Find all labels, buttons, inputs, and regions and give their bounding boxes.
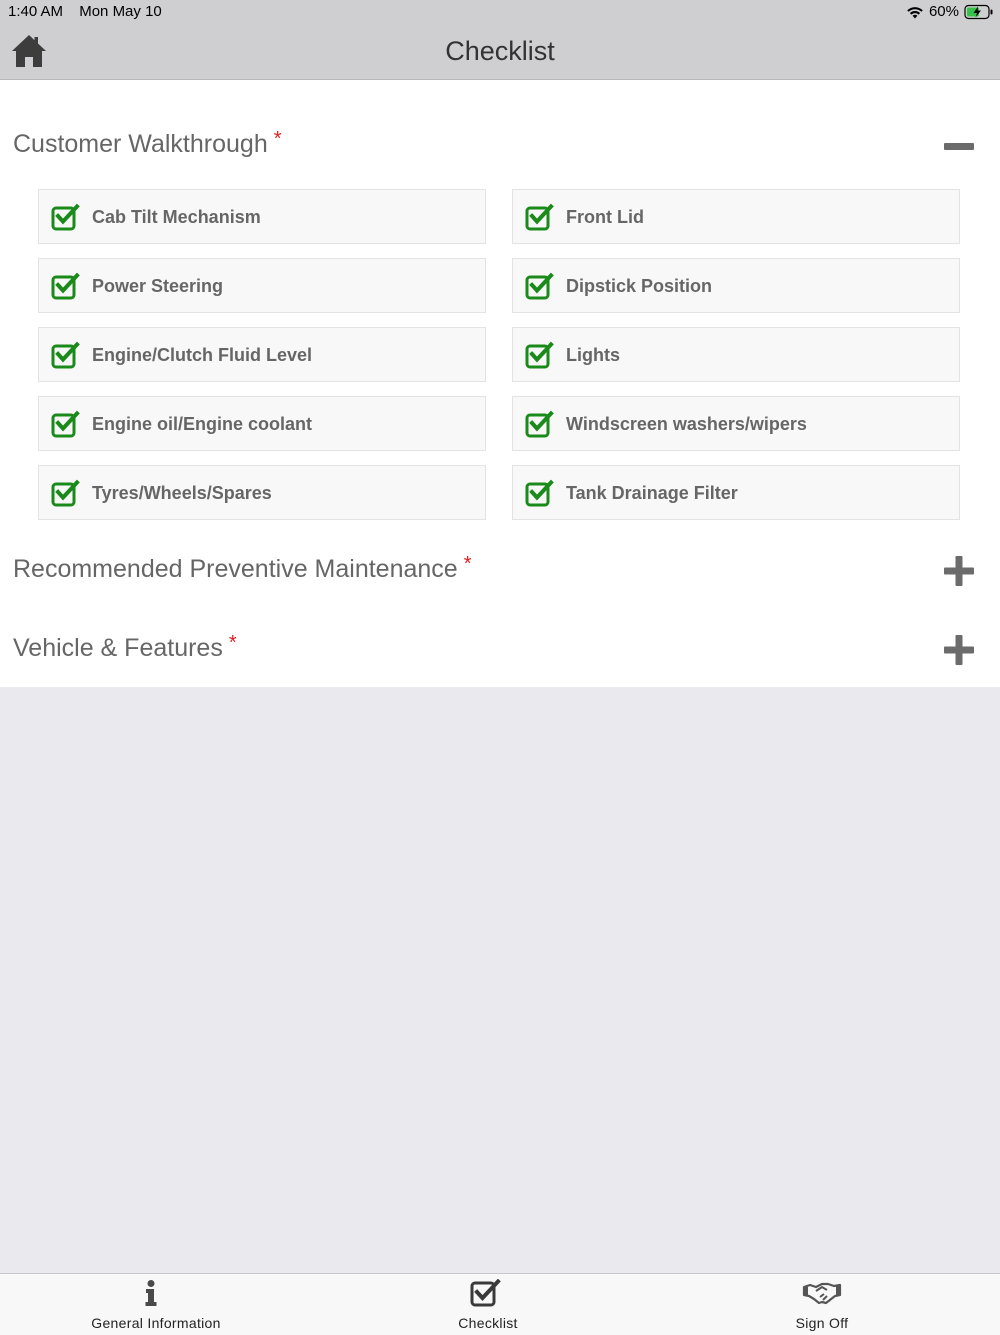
- checked-checkbox-icon: [525, 341, 554, 369]
- checked-checkbox-icon: [51, 272, 80, 300]
- item-label: Power Steering: [92, 276, 224, 296]
- section-recommended-preventive-maintenance[interactable]: Recommended Preventive Maintenance *: [0, 545, 1000, 595]
- checklist-item[interactable]: Front Lid: [512, 189, 960, 244]
- item-label: Tyres/Wheels/Spares: [92, 483, 272, 503]
- checked-checkbox-icon: [51, 479, 80, 507]
- checklist-item[interactable]: Power Steering: [38, 258, 486, 313]
- status-bar: 1:40 AM Mon May 10 60%: [0, 0, 1000, 24]
- status-time: 1:40 AM: [8, 3, 64, 20]
- info-icon: [145, 1280, 157, 1306]
- navigation-bar: Checklist: [0, 24, 1000, 80]
- checklist-item[interactable]: Tyres/Wheels/Spares: [38, 465, 486, 520]
- status-date: Mon May 10: [79, 3, 162, 20]
- item-label: Dipstick Position: [566, 276, 713, 296]
- section-vehicle-features[interactable]: Vehicle & Features *: [0, 624, 1000, 674]
- checklist-content: Customer Walkthrough * Cab Tilt Mechanism…: [0, 80, 1000, 687]
- required-marker: *: [463, 553, 472, 575]
- checked-checkbox-icon: [525, 479, 554, 507]
- checklist-item[interactable]: Windscreen washers/wipers: [512, 396, 960, 451]
- section-customer-walkthrough[interactable]: Customer Walkthrough *: [0, 120, 1000, 170]
- checked-checkbox-icon: [51, 410, 80, 438]
- checked-checkbox-icon: [525, 203, 554, 231]
- section-title: Vehicle & Features *: [13, 632, 237, 662]
- expand-plus-icon[interactable]: [943, 555, 975, 587]
- required-marker: *: [273, 128, 282, 150]
- tab-label: General Information: [91, 1315, 221, 1331]
- checked-checkbox-icon: [51, 341, 80, 369]
- item-label: Lights: [566, 345, 620, 365]
- checked-checkbox-icon: [525, 410, 554, 438]
- status-time-date: 1:40 AM Mon May 10: [8, 3, 174, 20]
- section-title: Recommended Preventive Maintenance *: [13, 553, 472, 583]
- item-label: Cab Tilt Mechanism: [92, 207, 261, 227]
- expand-plus-icon[interactable]: [943, 634, 975, 666]
- tab-label: Checklist: [458, 1315, 518, 1331]
- item-label: Front Lid: [566, 207, 644, 227]
- wifi-icon: [907, 6, 923, 18]
- checklist-item[interactable]: Engine oil/Engine coolant: [38, 396, 486, 451]
- checklist-icon: [470, 1279, 501, 1307]
- checklist-item[interactable]: Dipstick Position: [512, 258, 960, 313]
- battery-charging-icon: [964, 4, 993, 19]
- checklist-item[interactable]: Tank Drainage Filter: [512, 465, 960, 520]
- checklist-item[interactable]: Cab Tilt Mechanism: [38, 189, 486, 244]
- required-marker: *: [228, 632, 237, 654]
- page-title: Checklist: [445, 36, 555, 66]
- tab-general-information[interactable]: General Information: [0, 1274, 312, 1335]
- tab-bar: General Information Checklist Sign Off: [0, 1273, 1000, 1335]
- item-label: Tank Drainage Filter: [566, 483, 738, 503]
- tab-label: Sign Off: [795, 1315, 849, 1331]
- checked-checkbox-icon: [525, 272, 554, 300]
- status-indicators: 60%: [906, 3, 994, 20]
- tab-checklist[interactable]: Checklist: [332, 1274, 644, 1335]
- tab-sign-off[interactable]: Sign Off: [666, 1274, 978, 1335]
- item-label: Engine/Clutch Fluid Level: [92, 345, 313, 365]
- item-label: Windscreen washers/wipers: [566, 414, 807, 434]
- item-label: Engine oil/Engine coolant: [92, 414, 313, 434]
- checklist-item[interactable]: Engine/Clutch Fluid Level: [38, 327, 486, 382]
- checked-checkbox-icon: [51, 203, 80, 231]
- handshake-icon: [802, 1282, 842, 1305]
- checklist-item[interactable]: Lights: [512, 327, 960, 382]
- section-title: Customer Walkthrough *: [13, 128, 282, 158]
- collapse-minus-icon[interactable]: [943, 130, 975, 162]
- battery-percent: 60%: [928, 3, 959, 20]
